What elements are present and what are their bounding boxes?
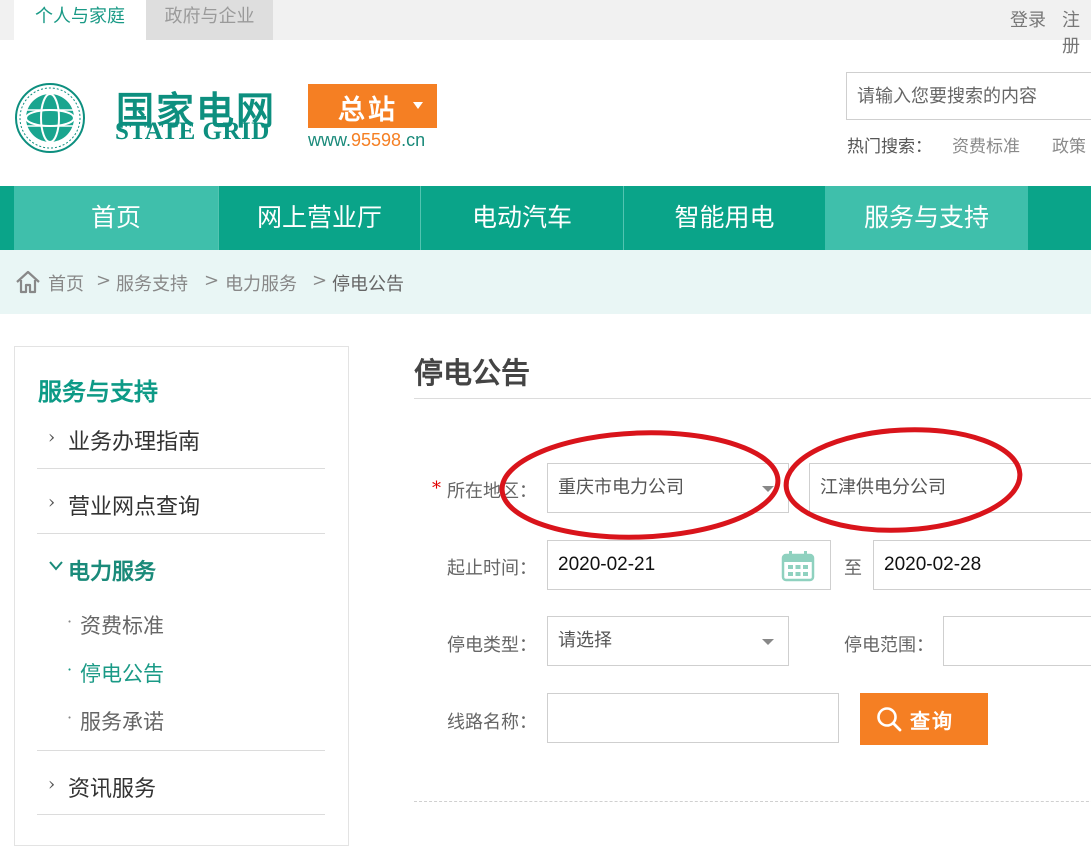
nav-item-home[interactable]: 首页 <box>14 186 218 250</box>
search-box <box>846 72 1091 120</box>
divider <box>37 468 325 469</box>
search-input[interactable] <box>847 73 1091 119</box>
outage-scope-input[interactable] <box>943 616 1091 666</box>
outage-type-label: 停电类型： <box>447 635 537 656</box>
caret-down-icon <box>413 102 423 109</box>
station-dropdown[interactable]: 总站 <box>308 84 437 128</box>
sidebar-item-info-service[interactable]: 资讯服务 <box>68 771 156 803</box>
chevron-right-icon: › <box>48 427 56 448</box>
divider <box>414 801 1091 802</box>
line-name-label: 线路名称： <box>447 712 537 733</box>
divider <box>37 750 325 751</box>
caret-down-icon <box>762 639 774 645</box>
breadcrumb-power-service[interactable]: 电力服务 <box>225 270 297 296</box>
logo-name-en: STATE GRID <box>115 118 270 145</box>
breadcrumb-service-support[interactable]: 服务支持 <box>116 270 188 296</box>
breadcrumb-current: 停电公告 <box>332 274 404 295</box>
breadcrumb-home[interactable]: 首页 <box>48 270 84 296</box>
sidebar-item-power-service[interactable]: 电力服务 <box>68 554 156 586</box>
sidebar-subitem-service-commitment[interactable]: 服务承诺 <box>80 706 164 736</box>
divider <box>37 814 325 815</box>
divider <box>414 398 1091 399</box>
page-title: 停电公告 <box>414 356 531 390</box>
chevron-right-icon: › <box>48 774 56 795</box>
breadcrumb-separator: > <box>312 270 328 291</box>
date-to-label: 至 <box>844 558 862 579</box>
line-name-input[interactable] <box>547 693 839 743</box>
divider <box>37 533 325 534</box>
station-label: 总站 <box>338 95 398 126</box>
site-url[interactable]: www.95598.cn <box>308 130 425 151</box>
outage-type-value: 请选择 <box>558 630 612 651</box>
search-icon <box>877 707 902 732</box>
login-link[interactable]: 登录 <box>1010 6 1046 32</box>
outage-scope-label: 停电范围： <box>844 635 934 656</box>
start-date-input[interactable]: 2020-02-21 <box>547 540 831 590</box>
start-date-value: 2020-02-21 <box>558 554 656 575</box>
sidebar-title: 服务与支持 <box>38 378 158 406</box>
calendar-icon[interactable] <box>781 550 815 582</box>
breadcrumb: 首页 > 服务支持 > 电力服务 > 停电公告 <box>0 250 1091 314</box>
chevron-down-icon <box>49 561 63 571</box>
breadcrumb-separator: > <box>204 270 220 291</box>
state-grid-logo-icon[interactable] <box>12 80 88 156</box>
region-company-value: 重庆市电力公司 <box>558 477 684 498</box>
outage-type-select[interactable]: 请选择 <box>547 616 789 666</box>
nav-item-online-hall[interactable]: 网上营业厅 <box>218 186 420 250</box>
sidebar-subitem-outage-notice[interactable]: 停电公告 <box>80 658 164 688</box>
end-date-input[interactable]: 2020-02-28 <box>873 540 1091 590</box>
nav-item-smart-power[interactable]: 智能用电 <box>623 186 825 250</box>
hot-search-item[interactable]: 资费标准 <box>952 132 1020 157</box>
tab-government-enterprise[interactable]: 政府与企业 <box>146 0 273 40</box>
bullet-icon: · <box>67 612 73 631</box>
bullet-icon: · <box>67 708 73 727</box>
sidebar-item-outlet-query[interactable]: 营业网点查询 <box>68 489 200 521</box>
breadcrumb-separator: > <box>96 270 112 291</box>
region-company-select[interactable]: 重庆市电力公司 <box>547 463 789 513</box>
sidebar <box>14 346 349 846</box>
hot-search-item[interactable]: 政策 <box>1052 132 1086 157</box>
end-date-value: 2020-02-28 <box>884 554 982 575</box>
region-branch-value: 江津供电分公司 <box>820 477 946 498</box>
caret-down-icon <box>762 486 774 492</box>
hot-search-label: 热门搜索： <box>847 137 932 157</box>
nav-item-ev[interactable]: 电动汽车 <box>420 186 623 250</box>
query-label: 查询 <box>910 709 954 733</box>
bullet-icon: · <box>67 660 73 679</box>
sidebar-subitem-tariff[interactable]: 资费标准 <box>80 610 164 640</box>
required-mark: * <box>432 478 441 499</box>
chevron-right-icon: › <box>48 492 56 513</box>
nav-item-service-support[interactable]: 服务与支持 <box>825 186 1028 250</box>
sidebar-item-business-guide[interactable]: 业务办理指南 <box>68 424 200 456</box>
query-button[interactable]: 查询 <box>860 693 988 745</box>
register-link[interactable]: 注册 <box>1062 6 1091 58</box>
region-label: 所在地区： <box>447 481 537 502</box>
main-nav: 首页 网上营业厅 电动汽车 智能用电 服务与支持 <box>0 186 1091 250</box>
tab-personal-family[interactable]: 个人与家庭 <box>14 0 146 40</box>
region-branch-select[interactable]: 江津供电分公司 <box>809 463 1091 513</box>
home-icon[interactable] <box>14 269 42 295</box>
date-range-label: 起止时间： <box>447 558 537 579</box>
